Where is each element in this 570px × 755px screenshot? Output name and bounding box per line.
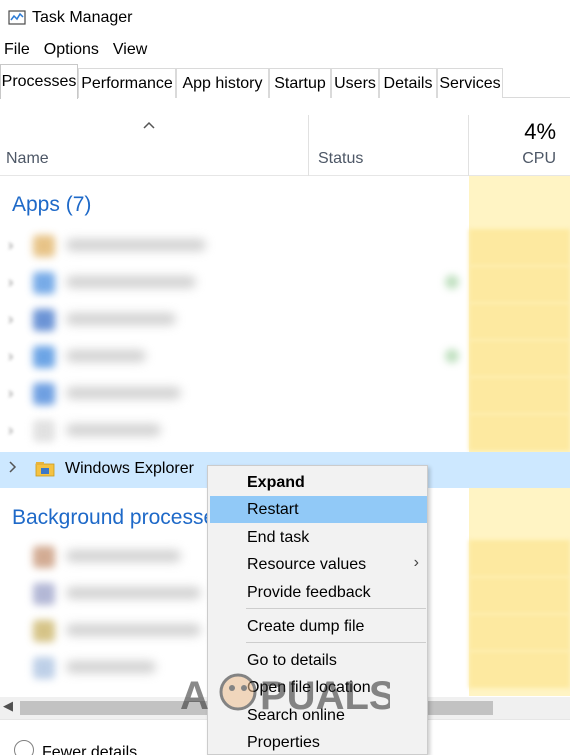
chevron-right-icon[interactable]: › bbox=[8, 237, 13, 255]
app-icon bbox=[33, 657, 55, 679]
sort-ascending-icon[interactable] bbox=[142, 117, 156, 133]
tab-startup[interactable]: Startup bbox=[269, 68, 331, 98]
fewer-details-link[interactable]: Fewer details bbox=[42, 744, 137, 755]
process-name-blurred bbox=[66, 387, 181, 399]
menu-item-label: Resource values bbox=[247, 555, 367, 573]
tab-performance[interactable]: Performance bbox=[78, 68, 176, 98]
app-icon bbox=[33, 583, 55, 605]
tab-services[interactable]: Services bbox=[437, 68, 503, 98]
app-icon bbox=[33, 235, 55, 257]
menu-item-search-online[interactable]: Search online bbox=[210, 702, 427, 729]
menu-separator bbox=[246, 642, 426, 643]
process-name-blurred bbox=[66, 661, 156, 673]
cpu-cell bbox=[469, 266, 570, 303]
chevron-right-icon: › bbox=[413, 554, 419, 571]
process-name-blurred bbox=[66, 550, 181, 562]
cpu-cell bbox=[469, 229, 570, 266]
menu-view[interactable]: View bbox=[113, 41, 147, 59]
process-name-blurred bbox=[66, 624, 201, 636]
list-item[interactable]: › bbox=[0, 227, 469, 264]
group-background-processes: Background processe bbox=[12, 506, 216, 529]
cpu-cell bbox=[469, 377, 570, 414]
group-apps: Apps (7) bbox=[12, 193, 92, 216]
menu-item-go-to-details[interactable]: Go to details bbox=[210, 647, 427, 674]
menu-options[interactable]: Options bbox=[44, 41, 99, 59]
chevron-right-icon[interactable]: › bbox=[8, 348, 13, 366]
tab-processes[interactable]: Processes bbox=[0, 64, 78, 99]
app-icon bbox=[33, 309, 55, 331]
folder-icon bbox=[35, 461, 55, 477]
scroll-left-icon[interactable]: ◀ bbox=[3, 698, 13, 714]
cpu-cell bbox=[469, 577, 570, 614]
context-menu: Expand Restart End task Resource values … bbox=[207, 465, 428, 755]
status-leaf-icon bbox=[445, 349, 459, 363]
process-name-blurred bbox=[66, 239, 206, 251]
cpu-cell bbox=[469, 540, 570, 577]
window-title: Task Manager bbox=[32, 9, 133, 26]
cpu-cell bbox=[469, 651, 570, 688]
tab-details[interactable]: Details bbox=[379, 68, 437, 98]
list-item[interactable]: › bbox=[0, 301, 469, 338]
app-icon bbox=[33, 420, 55, 442]
cpu-total-percent: 4% bbox=[524, 119, 556, 144]
chevron-right-icon[interactable]: › bbox=[8, 311, 13, 329]
app-icon bbox=[33, 383, 55, 405]
chevron-right-icon[interactable]: › bbox=[8, 274, 13, 292]
menu-separator bbox=[246, 608, 426, 609]
menu-item-expand[interactable]: Expand bbox=[210, 469, 427, 496]
column-header: Name Status 4% CPU bbox=[0, 115, 570, 176]
status-leaf-icon bbox=[445, 275, 459, 289]
chevron-right-icon[interactable]: › bbox=[8, 422, 13, 440]
cpu-cell bbox=[469, 414, 570, 451]
menu-bar: File Options View bbox=[0, 36, 570, 64]
menu-item-resource-values[interactable]: Resource values › bbox=[210, 551, 427, 578]
process-name-blurred bbox=[66, 424, 161, 436]
cpu-cell bbox=[469, 303, 570, 340]
column-cpu[interactable]: CPU bbox=[522, 150, 556, 168]
app-icon bbox=[33, 620, 55, 642]
column-divider[interactable] bbox=[468, 115, 469, 176]
menu-file[interactable]: File bbox=[4, 41, 30, 59]
cpu-cell bbox=[469, 340, 570, 377]
list-item[interactable]: › bbox=[0, 412, 469, 449]
task-manager-icon bbox=[8, 9, 26, 27]
menu-item-restart[interactable]: Restart bbox=[210, 496, 427, 523]
tab-users[interactable]: Users bbox=[331, 68, 379, 98]
app-icon bbox=[33, 546, 55, 568]
tab-bar: Processes Performance App history Startu… bbox=[0, 64, 570, 99]
column-status[interactable]: Status bbox=[318, 150, 363, 168]
column-divider[interactable] bbox=[308, 115, 309, 176]
title-bar: Task Manager bbox=[0, 0, 570, 36]
tab-app-history[interactable]: App history bbox=[176, 68, 269, 98]
chevron-right-icon[interactable]: › bbox=[8, 385, 13, 403]
menu-item-provide-feedback[interactable]: Provide feedback bbox=[210, 579, 427, 606]
process-name: Windows Explorer bbox=[65, 460, 194, 477]
process-name-blurred bbox=[66, 587, 201, 599]
list-item[interactable]: › bbox=[0, 338, 469, 375]
list-item[interactable]: › bbox=[0, 264, 469, 301]
process-name-blurred bbox=[66, 313, 176, 325]
app-icon bbox=[33, 346, 55, 368]
chevron-right-icon[interactable] bbox=[8, 460, 18, 479]
process-name-blurred bbox=[66, 350, 146, 362]
chevron-up-icon[interactable] bbox=[14, 740, 34, 755]
column-name[interactable]: Name bbox=[6, 150, 49, 168]
app-icon bbox=[33, 272, 55, 294]
process-name-blurred bbox=[66, 276, 196, 288]
menu-item-end-task[interactable]: End task bbox=[210, 524, 427, 551]
menu-item-properties[interactable]: Properties bbox=[210, 729, 427, 755]
menu-item-create-dump-file[interactable]: Create dump file bbox=[210, 613, 427, 640]
cpu-cell bbox=[469, 614, 570, 651]
list-item[interactable]: › bbox=[0, 375, 469, 412]
menu-item-open-file-location[interactable]: Open file location bbox=[210, 674, 427, 701]
